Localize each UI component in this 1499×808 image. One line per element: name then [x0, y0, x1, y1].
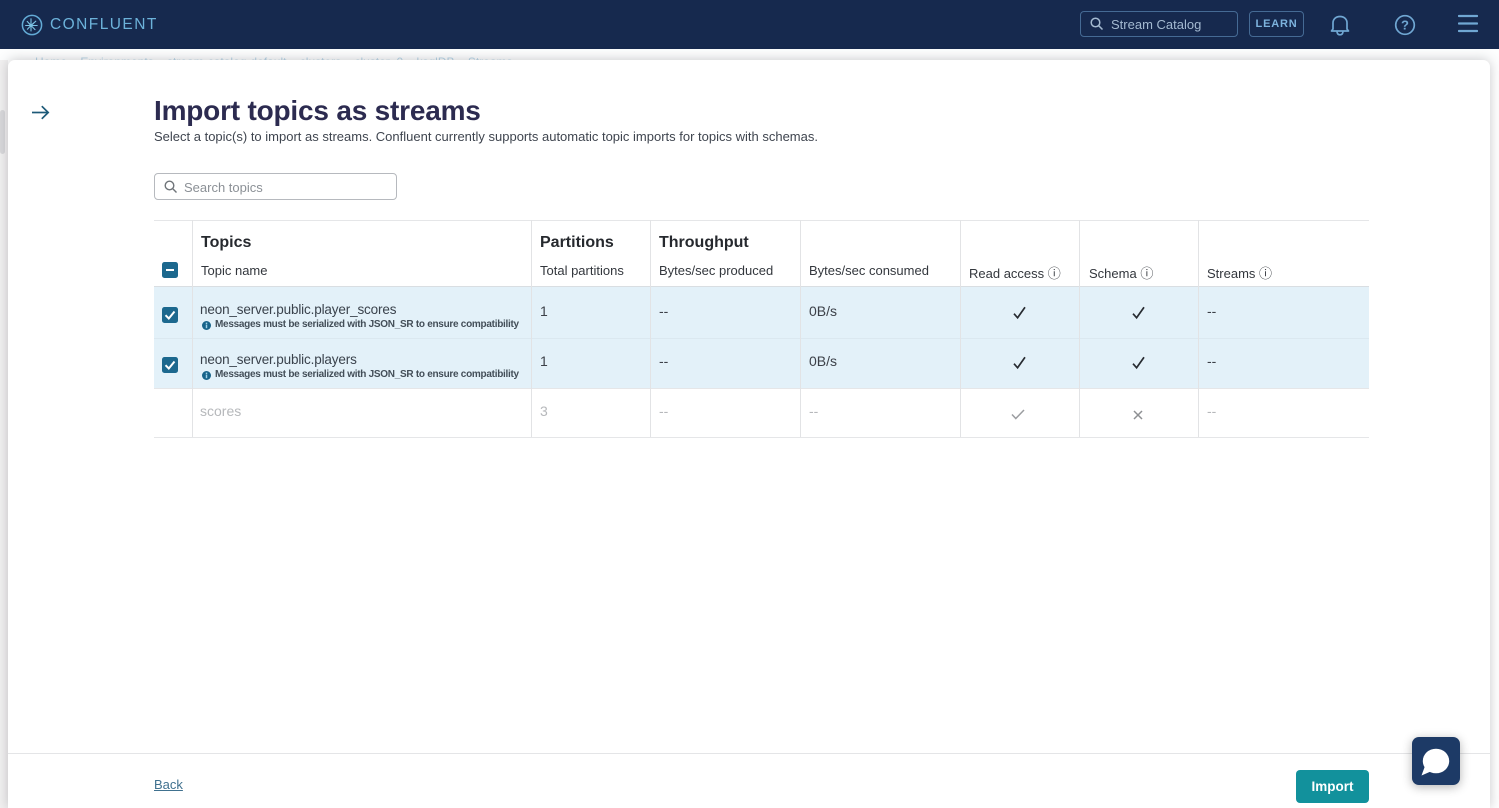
svg-text:?: ?	[1401, 18, 1409, 33]
